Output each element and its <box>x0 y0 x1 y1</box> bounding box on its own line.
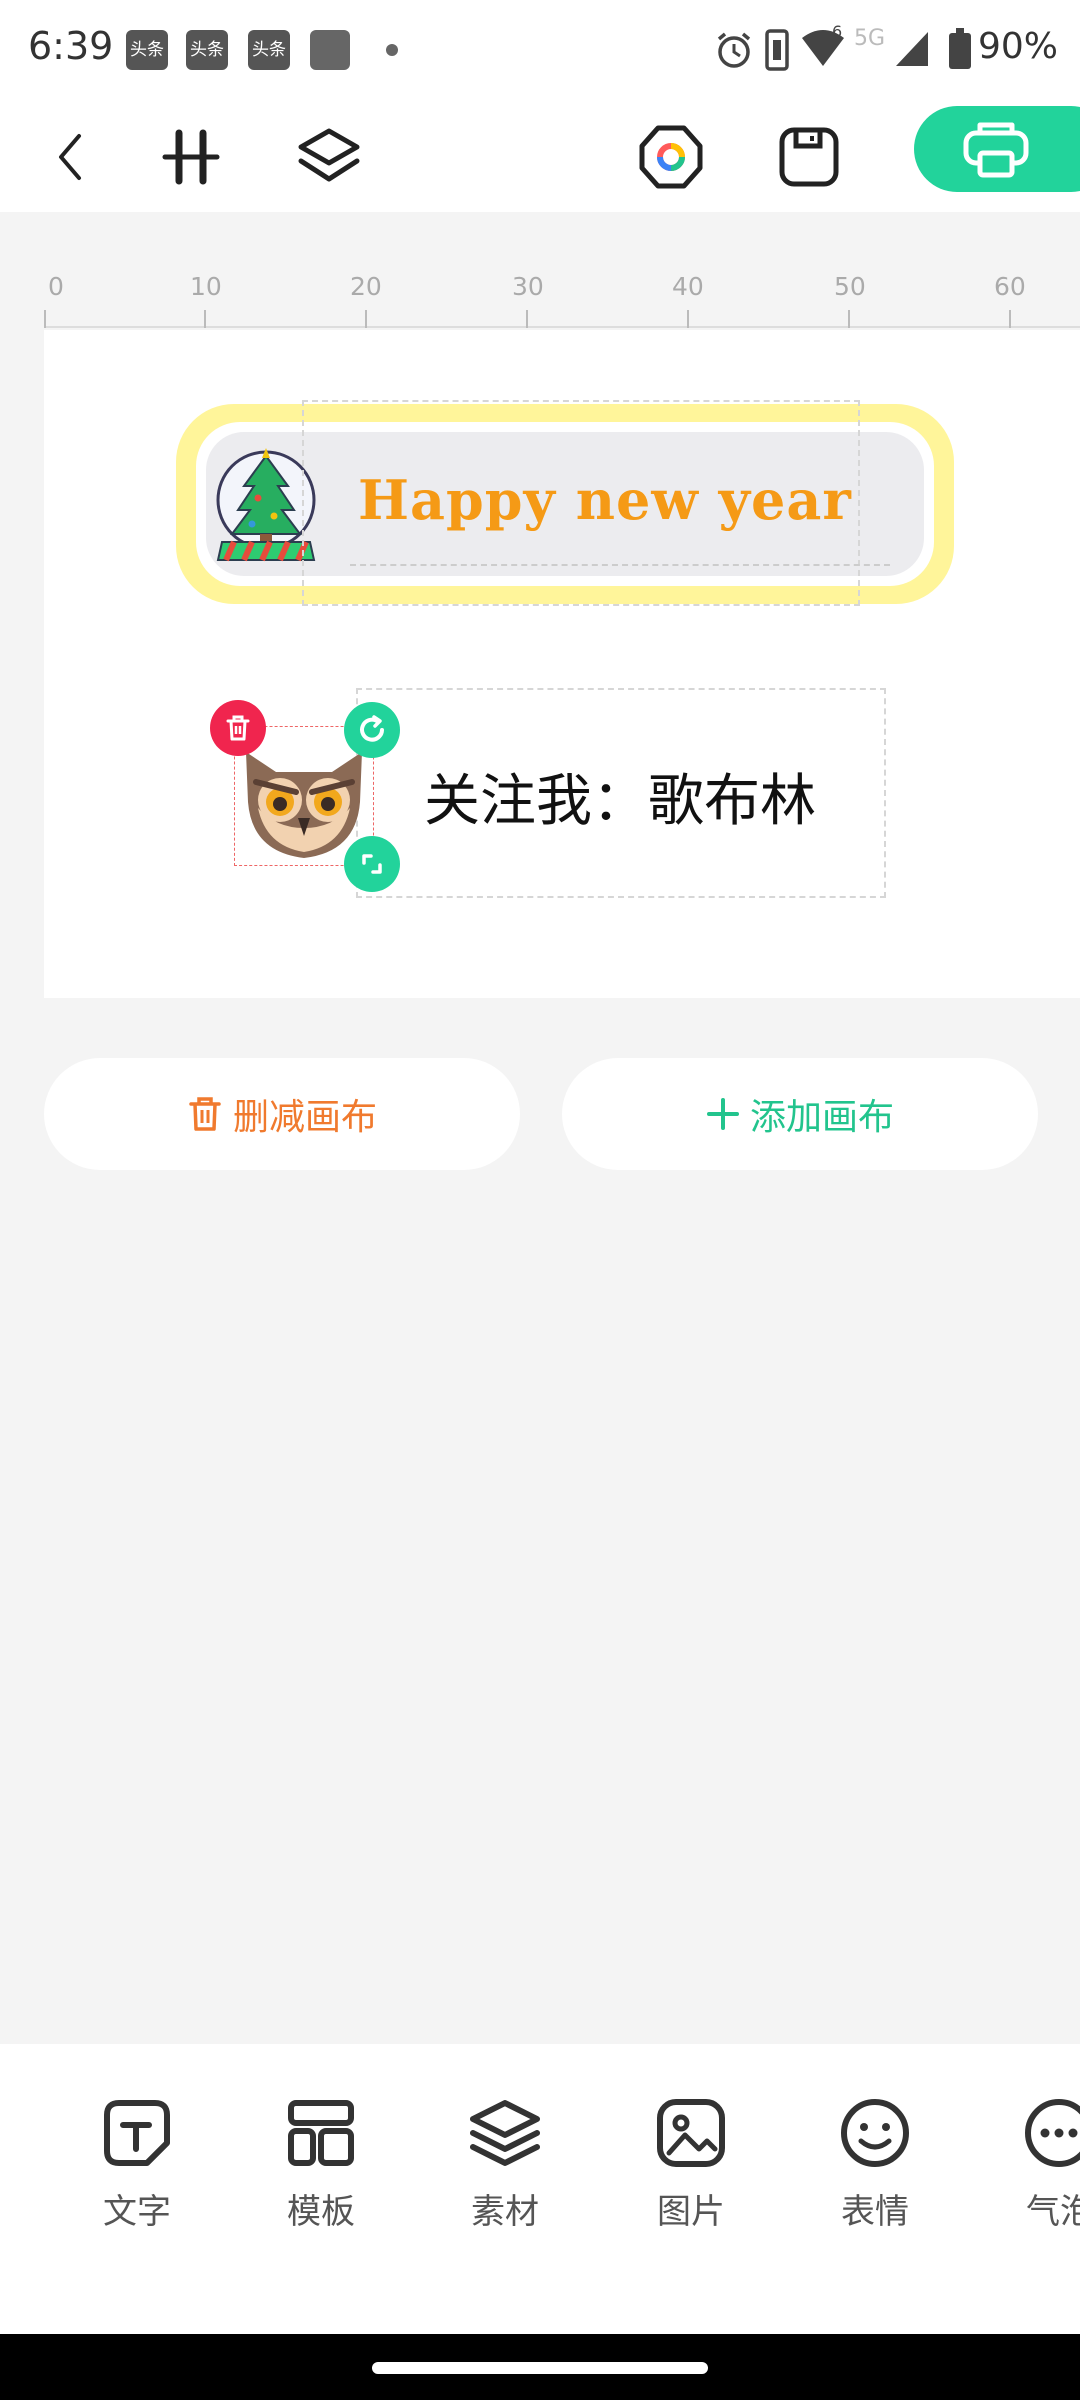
resize-element-handle[interactable] <box>344 836 400 892</box>
toutiao-notification-icon: 头条 <box>186 30 228 70</box>
align-icon <box>162 129 220 185</box>
nav-label: 素材 <box>471 2192 539 2232</box>
ruler-tick <box>204 310 206 328</box>
print-icon <box>963 122 1029 178</box>
delete-element-handle[interactable] <box>210 700 266 756</box>
nav-label: 图片 <box>657 2192 725 2232</box>
signal-icon <box>896 32 928 66</box>
nav-label: 文字 <box>103 2192 171 2232</box>
image-icon <box>657 2099 725 2167</box>
add-canvas-label: 添加画布 <box>749 1097 894 1138</box>
toutiao-notification-icon: 头条 <box>248 30 290 70</box>
layers-icon <box>298 128 360 182</box>
nav-item-bubble[interactable]: 气泡 <box>980 2096 1080 2233</box>
ruler-tick <box>526 310 528 328</box>
ruler <box>0 212 1080 330</box>
color-wheel-icon <box>639 125 703 189</box>
print-button[interactable] <box>914 106 1080 192</box>
ruler-label: 10 <box>190 272 222 301</box>
bubble-icon <box>1025 2099 1080 2167</box>
wifi-badge: 6 <box>832 22 843 41</box>
vibrate-icon <box>765 29 789 71</box>
nav-item-image[interactable]: 图片 <box>616 2096 766 2233</box>
delete-canvas-button[interactable]: 删减画布 <box>44 1058 520 1170</box>
ruler-tick <box>1009 310 1011 328</box>
ruler-label: 0 <box>48 272 64 301</box>
app-notification-icon <box>310 30 350 70</box>
align-button[interactable] <box>150 116 232 198</box>
template-icon <box>288 2100 354 2166</box>
trash-icon <box>226 715 250 741</box>
nav-item-emoji[interactable]: 表情 <box>800 2096 950 2233</box>
save-button[interactable] <box>768 116 850 198</box>
back-icon <box>59 134 81 180</box>
trash-icon <box>189 1097 221 1131</box>
ruler-label: 30 <box>512 272 544 301</box>
ruler-tick <box>44 310 46 328</box>
nav-label: 表情 <box>841 2192 909 2232</box>
nav-item-text[interactable]: 文字 <box>62 2096 212 2233</box>
text-element-outline <box>302 400 860 606</box>
save-icon <box>779 127 839 187</box>
network-label: 5G <box>854 26 886 51</box>
text-element-guide <box>350 564 890 566</box>
emoji-icon <box>841 2099 909 2167</box>
ruler-label: 20 <box>350 272 382 301</box>
battery-icon <box>949 28 971 69</box>
ruler-label: 60 <box>994 272 1026 301</box>
resize-icon <box>362 854 382 874</box>
alarm-icon <box>717 32 751 68</box>
back-button[interactable] <box>30 116 112 198</box>
owl-icon[interactable] <box>236 742 372 860</box>
material-icon <box>470 2100 540 2166</box>
add-canvas-button[interactable]: 添加画布 <box>562 1058 1038 1170</box>
color-button[interactable] <box>630 116 712 198</box>
nav-item-template[interactable]: 模板 <box>246 2096 396 2233</box>
rotate-icon <box>360 715 384 742</box>
nav-item-material[interactable]: 素材 <box>430 2096 580 2233</box>
ruler-tick <box>687 310 689 328</box>
nav-label: 模板 <box>287 2192 355 2232</box>
follow-text[interactable]: 关注我：歌布林 <box>424 756 816 837</box>
battery-percent: 90% <box>978 26 1059 67</box>
ruler-label: 50 <box>834 272 866 301</box>
rotate-element-handle[interactable] <box>344 702 400 758</box>
ruler-label: 40 <box>672 272 704 301</box>
status-time: 6:39 <box>28 24 114 68</box>
more-notifications-dot <box>386 44 398 56</box>
text-icon <box>104 2100 170 2166</box>
plus-icon <box>706 1098 739 1130</box>
layers-button[interactable] <box>288 116 370 198</box>
toutiao-notification-icon: 头条 <box>126 30 168 70</box>
delete-canvas-label: 删减画布 <box>232 1097 377 1138</box>
ruler-tick <box>848 310 850 328</box>
home-gesture-handle[interactable] <box>372 2362 708 2374</box>
ruler-tick <box>365 310 367 328</box>
nav-label: 气泡 <box>1026 2192 1080 2232</box>
ruler-baseline <box>44 326 1080 328</box>
